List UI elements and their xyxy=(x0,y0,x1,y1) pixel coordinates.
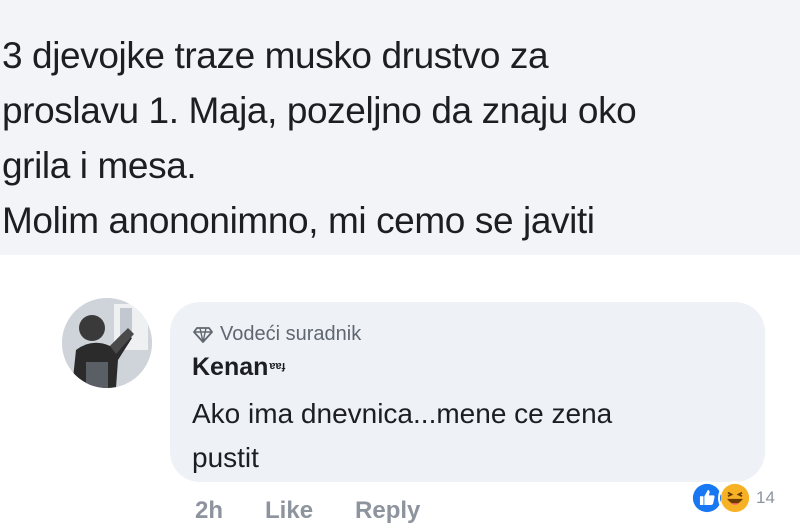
post-container: 3 djevojke traze musko drustvo za prosla… xyxy=(0,0,800,255)
avatar-photo-icon xyxy=(62,298,152,388)
reaction-count: 14 xyxy=(756,488,775,507)
comment-actions: 2h Like Reply xyxy=(195,496,420,525)
diamond-icon xyxy=(193,327,213,343)
author-name-suffix[interactable]: ɐɐɟ xyxy=(269,360,285,372)
comment-text: Ako ima dnevnica...mene ce zena pustit xyxy=(192,398,613,473)
comment-timestamp[interactable]: 2h xyxy=(195,496,223,525)
haha-reaction-icon xyxy=(718,481,752,515)
contributor-badge: Vodeći suradnik xyxy=(192,320,361,348)
reaction-summary[interactable]: 14 xyxy=(690,480,775,516)
badge-label: Vodeći suradnik xyxy=(220,322,362,345)
like-button[interactable]: Like xyxy=(265,496,313,525)
post-text: 3 djevojke traze musko drustvo za prosla… xyxy=(2,35,637,241)
screenshot: 3 djevojke traze musko drustvo za prosla… xyxy=(0,0,800,525)
comment-author[interactable]: Kenanɐɐɟ xyxy=(192,350,285,383)
author-name[interactable]: Kenan xyxy=(192,353,268,381)
avatar[interactable] xyxy=(62,298,152,388)
reply-button[interactable]: Reply xyxy=(355,496,420,525)
